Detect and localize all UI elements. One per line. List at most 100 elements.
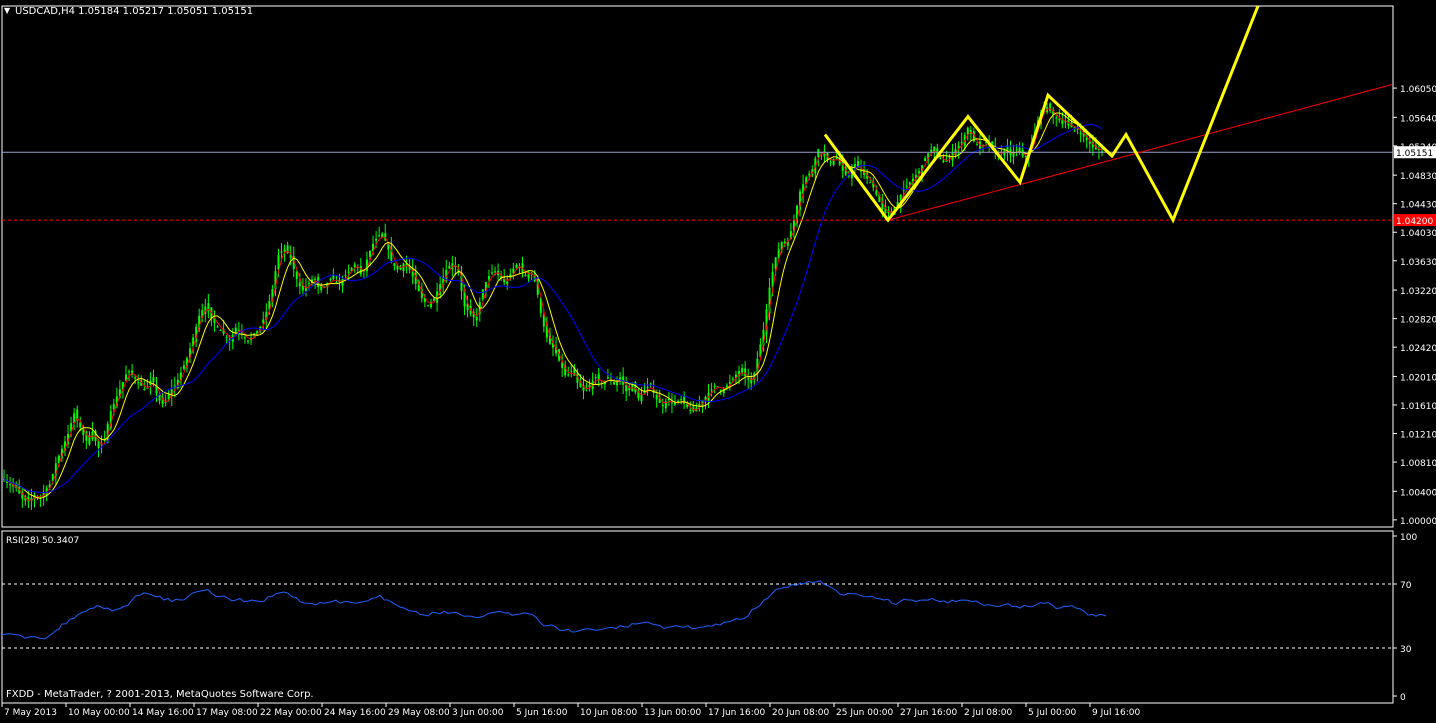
candle-body: [918, 171, 920, 174]
candle-body: [219, 329, 222, 331]
candle-body: [731, 378, 734, 380]
candle-body: [225, 336, 228, 338]
candle-body: [1061, 120, 1064, 125]
price-tick-label: 1.02010: [1400, 373, 1436, 383]
candle-body: [378, 235, 381, 237]
dropdown-triangle-icon[interactable]: ▼: [4, 6, 11, 15]
chart-window: 1.060501.056401.052401.048301.044301.040…: [0, 0, 1436, 719]
time-tick-label: 20 Jun 08:00: [772, 708, 829, 718]
candle-body: [216, 326, 219, 328]
candle-body: [112, 403, 115, 409]
time-tick-label: 13 Jun 00:00: [644, 708, 701, 718]
chart-canvas[interactable]: 1.060501.056401.052401.048301.044301.040…: [0, 0, 1436, 719]
candle-body: [353, 264, 356, 268]
candle-body: [960, 141, 963, 143]
candle-body: [491, 272, 493, 274]
candle-body: [393, 263, 396, 266]
candle-body: [481, 289, 484, 300]
price-tick-label: 1.01610: [1400, 402, 1436, 412]
candle-body: [594, 377, 597, 379]
candle-body: [783, 241, 786, 244]
candle-body: [542, 315, 545, 327]
price-tick-label: 1.05640: [1400, 114, 1436, 124]
candle-body: [670, 402, 673, 404]
candle-body: [829, 162, 832, 164]
candle-body: [710, 389, 713, 391]
candle-body: [933, 146, 936, 152]
candle-body: [905, 185, 908, 187]
candle-body: [713, 385, 716, 387]
candle-body: [1015, 149, 1018, 151]
candle-body: [1088, 141, 1091, 144]
candle-body: [314, 278, 317, 280]
candle-body: [1079, 132, 1082, 134]
candle-body: [930, 149, 933, 152]
candle-body: [515, 264, 518, 268]
candle-body: [1024, 155, 1027, 157]
candle-body: [426, 305, 429, 307]
candle-body: [661, 404, 664, 407]
candle-body: [359, 266, 362, 275]
time-tick-label: 10 May 00:00: [68, 708, 130, 718]
price-tick-label: 1.06050: [1400, 85, 1436, 95]
candle-body: [942, 160, 945, 163]
candle-body: [655, 394, 658, 400]
candle-body: [719, 389, 722, 391]
candle-body: [680, 399, 683, 401]
candle-body: [817, 149, 820, 158]
time-tick-label: 5 Jun 16:00: [516, 708, 568, 718]
candle-body: [295, 271, 298, 280]
time-tick-label: 10 Jun 08:00: [580, 708, 637, 718]
candle-body: [853, 164, 856, 167]
rsi-title: RSI(28) 50.3407: [6, 536, 79, 546]
candle-body: [524, 274, 527, 276]
candle-body: [298, 282, 301, 287]
candle-body: [506, 281, 509, 285]
candle-body: [137, 382, 140, 384]
candle-body: [332, 275, 335, 279]
candle-body: [243, 337, 246, 339]
current-price-label: 1.05151: [1396, 149, 1433, 159]
candle-body: [567, 374, 570, 376]
candle-body: [869, 182, 872, 184]
candle-body: [9, 484, 12, 486]
candle-body: [808, 173, 811, 176]
candle-body: [570, 370, 573, 372]
candle-body: [487, 276, 490, 280]
candle-body: [347, 271, 350, 273]
candle-body: [689, 409, 692, 411]
time-tick-label: 29 May 08:00: [388, 708, 450, 718]
candle-body: [902, 189, 905, 191]
candle-body: [677, 400, 680, 402]
candle-body: [448, 266, 451, 269]
time-tick-label: 14 May 16:00: [132, 708, 194, 718]
time-tick-label: 24 May 16:00: [324, 708, 386, 718]
level-price-label: 1.04200: [1396, 217, 1433, 227]
candle-body: [329, 279, 332, 281]
candle-body: [375, 239, 378, 241]
candle-body: [143, 389, 146, 391]
candle-body: [152, 377, 155, 383]
candle-body: [1058, 118, 1061, 121]
candle-body: [774, 257, 777, 269]
time-tick-label: 9 Jul 16:00: [1092, 708, 1141, 718]
chart-header: USDCAD,H4 1.05184 1.05217 1.05051 1.0515…: [15, 6, 253, 17]
time-tick-label: 5 Jul 00:00: [1028, 708, 1077, 718]
price-tick-label: 1.04430: [1400, 201, 1436, 211]
candle-body: [494, 271, 497, 273]
candle-body: [640, 394, 643, 402]
price-tick-label: 1.00810: [1400, 459, 1436, 469]
candle-body: [91, 431, 94, 439]
price-tick-label: 1.01210: [1400, 431, 1436, 441]
candle-body: [134, 377, 137, 379]
rsi-tick-label: 70: [1400, 581, 1412, 591]
candle-body: [308, 283, 310, 285]
candle-body: [646, 387, 649, 389]
rsi-tick-label: 0: [1400, 693, 1406, 703]
price-tick-label: 1.00400: [1400, 488, 1436, 498]
price-tick-label: 1.03220: [1400, 287, 1436, 297]
time-tick-label: 22 May 00:00: [260, 708, 322, 718]
candle-body: [924, 158, 927, 162]
price-tick-label: 1.00000: [1400, 517, 1436, 527]
price-tick-label: 1.04830: [1400, 172, 1436, 182]
